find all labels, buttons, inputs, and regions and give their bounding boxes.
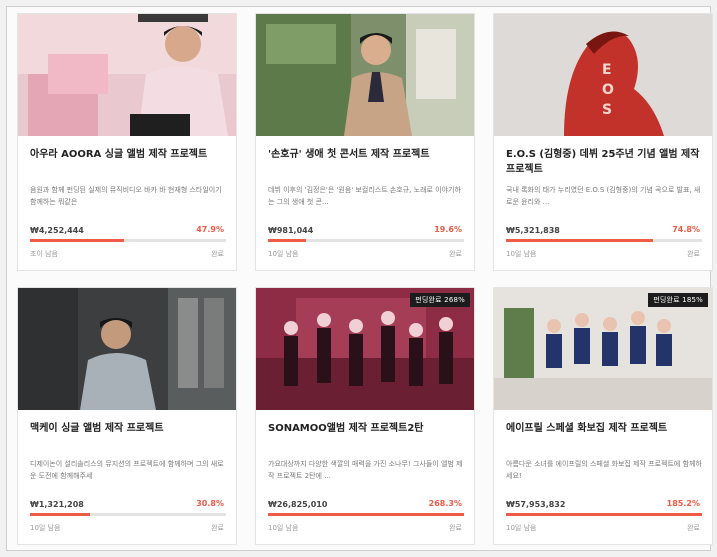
project-card[interactable]: '손호규' 생애 첫 콘서트 제작 프로젝트 데뷔 이후의 '김정은'은 '원음… bbox=[255, 13, 475, 271]
project-card[interactable]: 펀딩완료 268% SONAMOO앨범 제작 프로젝트2탄 가요대상까지 다양한… bbox=[255, 287, 475, 545]
funded-percent: 268.3% bbox=[428, 499, 462, 508]
funded-amount: ₩26,825,010 bbox=[268, 500, 328, 509]
funded-badge: 펀딩완료 185% bbox=[648, 293, 708, 307]
status-label: 완료 bbox=[687, 250, 700, 258]
funded-percent: 19.6% bbox=[434, 225, 462, 234]
time-remaining: 조이 남음 bbox=[30, 250, 58, 258]
status-label: 완료 bbox=[211, 524, 224, 532]
progress-bar bbox=[506, 239, 702, 242]
progress-fill bbox=[268, 239, 307, 242]
project-title[interactable]: 에이프릴 스페셜 화보집 제작 프로젝트 bbox=[506, 421, 702, 436]
progress-bar bbox=[268, 239, 464, 242]
progress-bar bbox=[30, 239, 226, 242]
project-description: 디제이논이 설리솔리스의 뮤지션의 프로젝트에 함께하며 그의 새로운 도전에 … bbox=[30, 460, 224, 480]
funded-amount: ₩1,321,208 bbox=[30, 500, 84, 509]
funded-percent: 47.9% bbox=[196, 225, 224, 234]
funded-percent: 185.2% bbox=[666, 499, 700, 508]
project-description: 아름다운 소녀를 에이프릴의 스페셜 화보집 제작 프로젝트에 함께하세요! bbox=[506, 460, 702, 480]
progress-fill bbox=[506, 239, 653, 242]
funded-badge: 펀딩완료 268% bbox=[410, 293, 470, 307]
svg-text:S: S bbox=[602, 102, 612, 118]
time-remaining: 10일 남음 bbox=[268, 250, 299, 258]
project-description: 데뷔 이후의 '김정은'은 '원음' 보컬리스트 손호규, 노래로 이야기하는 … bbox=[268, 186, 461, 206]
funded-amount: ₩981,044 bbox=[268, 226, 314, 235]
status-label: 완료 bbox=[449, 250, 462, 258]
time-remaining: 10일 남음 bbox=[30, 524, 61, 532]
funded-percent: 74.8% bbox=[672, 225, 700, 234]
project-thumbnail[interactable]: 펀딩완료 185% bbox=[494, 288, 712, 410]
funded-percent: 30.8% bbox=[196, 499, 224, 508]
project-title[interactable]: SONAMOO앨범 제작 프로젝트2탄 bbox=[268, 421, 464, 436]
progress-fill bbox=[30, 239, 124, 242]
project-card[interactable]: 펀딩완료 185% 에이프릴 스페셜 화보집 제작 프로젝트 아름다운 소녀를 … bbox=[493, 287, 713, 545]
project-card[interactable]: 아우라 AOORA 싱글 앨범 제작 프로젝트 음원과 함께 펀딩된 실제의 뮤… bbox=[17, 13, 237, 271]
project-thumbnail[interactable]: E O S bbox=[494, 14, 712, 136]
status-label: 완료 bbox=[211, 250, 224, 258]
progress-bar bbox=[30, 513, 226, 516]
progress-fill bbox=[30, 513, 91, 516]
time-remaining: 10일 남음 bbox=[506, 524, 537, 532]
progress-fill bbox=[268, 513, 464, 516]
status-label: 완료 bbox=[687, 524, 700, 532]
project-thumbnail[interactable] bbox=[18, 288, 236, 410]
progress-bar bbox=[268, 513, 464, 516]
progress-bar bbox=[506, 513, 702, 516]
project-title[interactable]: 맥케이 싱글 앨범 제작 프로젝트 bbox=[30, 421, 226, 436]
funded-amount: ₩4,252,444 bbox=[30, 226, 84, 235]
status-label: 완료 bbox=[449, 524, 462, 532]
time-remaining: 10일 남음 bbox=[506, 250, 537, 258]
project-thumbnail[interactable] bbox=[256, 14, 474, 136]
funded-amount: ₩57,953,832 bbox=[506, 500, 566, 509]
project-title[interactable]: E.O.S (김형중) 데뷔 25주년 기념 앨범 제작 프로젝트 bbox=[506, 147, 702, 177]
project-description: 국내 록화의 태가 누리였던 E.O.S (김형중)의 기념 곡으로 발표, 새… bbox=[506, 186, 701, 206]
project-title[interactable]: 아우라 AOORA 싱글 앨범 제작 프로젝트 bbox=[30, 147, 226, 162]
svg-text:O: O bbox=[602, 82, 614, 98]
funded-amount: ₩5,321,838 bbox=[506, 226, 560, 235]
project-description: 음원과 함께 펀딩된 실제의 뮤직비디오 바카 바 현재형 스타일이기 함께하는… bbox=[30, 186, 222, 206]
svg-text:E: E bbox=[602, 62, 612, 78]
project-thumbnail[interactable] bbox=[18, 14, 236, 136]
time-remaining: 10일 남음 bbox=[268, 524, 299, 532]
project-card[interactable]: E O S E.O.S (김형중) 데뷔 25주년 기념 앨범 제작 프로젝트 … bbox=[493, 13, 713, 271]
project-title[interactable]: '손호규' 생애 첫 콘서트 제작 프로젝트 bbox=[268, 147, 464, 162]
project-description: 가요대상까지 다양한 색깔의 매력을 가진 소나무! 그사들이 앨범 제작 프로… bbox=[268, 460, 463, 480]
progress-fill bbox=[506, 513, 702, 516]
project-card[interactable]: 맥케이 싱글 앨범 제작 프로젝트 디제이논이 설리솔리스의 뮤지션의 프로젝트… bbox=[17, 287, 237, 545]
project-thumbnail[interactable]: 펀딩완료 268% bbox=[256, 288, 474, 410]
